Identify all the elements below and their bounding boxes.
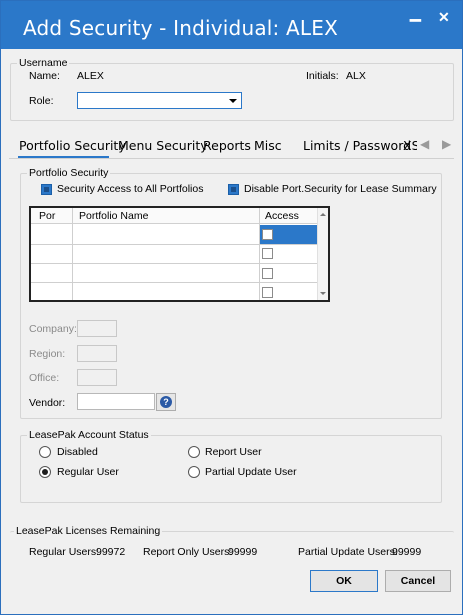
radio-disabled[interactable]: [39, 446, 51, 458]
scroll-down-icon[interactable]: [320, 292, 326, 295]
report-only-users-label: Report Only Users:: [143, 546, 233, 558]
partial-update-users-label: Partial Update Users:: [298, 546, 398, 558]
regular-users-value: 99972: [96, 546, 126, 558]
username-legend: Username: [17, 57, 70, 69]
portfolio-security-legend: Portfolio Security: [27, 167, 111, 179]
tab-strip-divider: [9, 158, 454, 159]
account-status-legend: LeasePak Account Status: [27, 429, 151, 441]
disable-lease-summary-checkbox[interactable]: [228, 184, 239, 195]
access-all-portfolios-checkbox[interactable]: [41, 184, 52, 195]
office-field: [77, 369, 117, 386]
initials-value: ALX: [346, 70, 366, 82]
grid-scrollbar[interactable]: [317, 208, 328, 300]
vendor-label: Vendor:: [29, 397, 66, 409]
tab-misc[interactable]: Misc: [254, 138, 282, 153]
region-field: [77, 345, 117, 362]
title-bar: Add Security - Individual: ALEX ▁ ✕: [1, 1, 462, 49]
radio-regular-user[interactable]: [39, 466, 51, 478]
dialog-window: Add Security - Individual: ALEX ▁ ✕ User…: [0, 0, 463, 615]
role-dropdown[interactable]: [77, 92, 242, 109]
company-field: [77, 320, 117, 337]
radio-partial-update-user[interactable]: [188, 466, 200, 478]
column-header-access[interactable]: Access: [265, 210, 299, 222]
name-label: Name:: [29, 70, 60, 82]
minimize-icon[interactable]: ▁: [410, 5, 421, 22]
tab-menu-security[interactable]: Menu Security: [118, 138, 208, 153]
vendor-lookup-button[interactable]: ?: [156, 393, 176, 411]
column-header-portfolio-name[interactable]: Portfolio Name: [79, 210, 148, 222]
active-tab-indicator: [18, 156, 109, 158]
tab-scroll-right-icon[interactable]: ▶: [442, 137, 451, 151]
radio-regular-user-label: Regular User: [57, 466, 119, 478]
tab-xs[interactable]: XS: [403, 138, 417, 153]
regular-users-label: Regular Users:: [29, 546, 100, 558]
vendor-field[interactable]: [77, 393, 155, 410]
chevron-down-icon: [229, 99, 237, 103]
help-icon: ?: [160, 396, 172, 408]
radio-report-user[interactable]: [188, 446, 200, 458]
cancel-button[interactable]: Cancel: [385, 570, 451, 592]
name-value: ALEX: [77, 70, 104, 82]
radio-partial-update-user-label: Partial Update User: [205, 466, 297, 478]
radio-report-user-label: Report User: [205, 446, 262, 458]
tab-portfolio-security[interactable]: Portfolio Security: [19, 138, 126, 153]
initials-label: Initials:: [306, 70, 339, 82]
grid-header: Por Portfolio Name Access: [31, 208, 317, 224]
tab-limits-password[interactable]: Limits / Password: [303, 138, 411, 153]
disable-lease-summary-label: Disable Port.Security for Lease Summary: [244, 183, 437, 195]
scroll-up-icon[interactable]: [320, 213, 326, 216]
access-all-portfolios-label: Security Access to All Portfolios: [57, 183, 204, 195]
radio-disabled-label: Disabled: [57, 446, 98, 458]
close-icon[interactable]: ✕: [438, 9, 450, 26]
region-label: Region:: [29, 348, 66, 360]
window-title: Add Security - Individual: ALEX: [23, 16, 338, 40]
role-label: Role:: [29, 95, 54, 107]
access-checkbox-row-1[interactable]: [262, 229, 273, 240]
access-checkbox-row-4[interactable]: [262, 287, 273, 298]
tab-scroll-left-icon[interactable]: ◀: [420, 137, 429, 151]
portfolio-grid[interactable]: Por Portfolio Name Access: [29, 206, 330, 302]
column-header-por[interactable]: Por: [39, 210, 55, 222]
licenses-legend: LeasePak Licenses Remaining: [14, 525, 163, 537]
office-label: Office:: [29, 372, 60, 384]
access-checkbox-row-3[interactable]: [262, 268, 273, 279]
report-only-users-value: 99999: [228, 546, 258, 558]
company-label: Company:: [29, 323, 77, 335]
partial-update-users-value: 99999: [392, 546, 422, 558]
tab-reports[interactable]: Reports: [203, 138, 251, 153]
ok-button[interactable]: OK: [310, 570, 378, 592]
access-checkbox-row-2[interactable]: [262, 248, 273, 259]
